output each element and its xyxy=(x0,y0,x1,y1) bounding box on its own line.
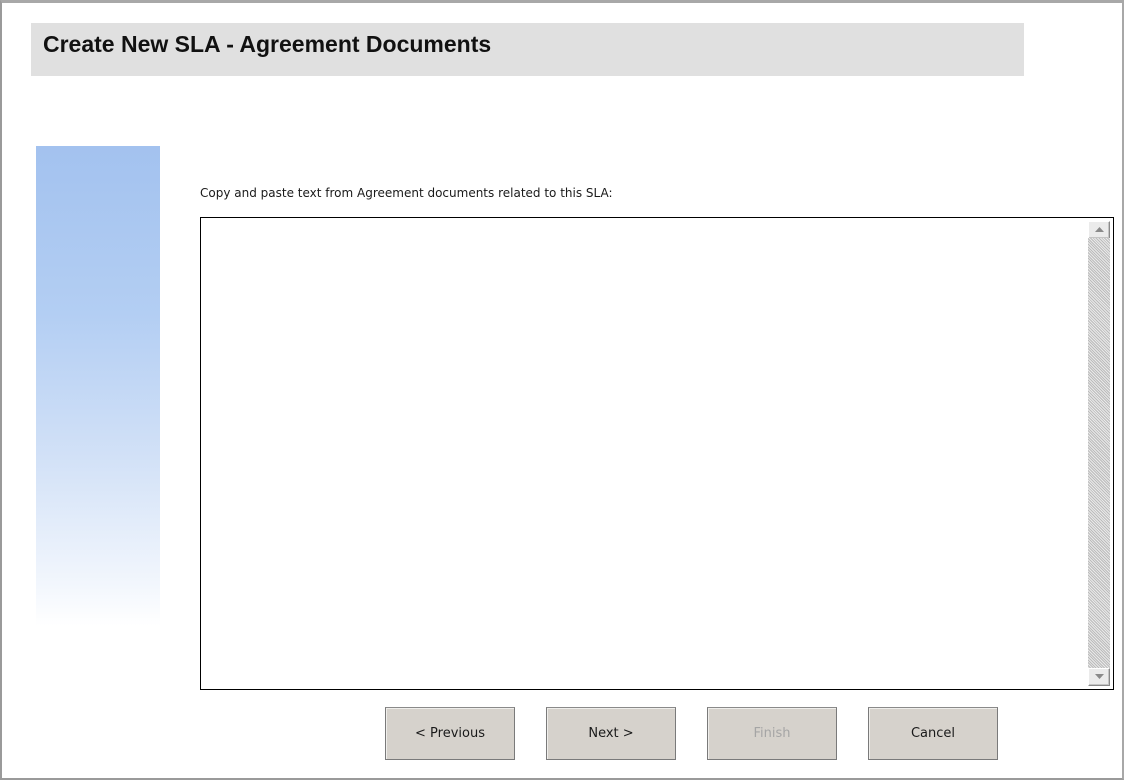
triangle-down-icon xyxy=(1095,674,1104,679)
agreement-text-area[interactable] xyxy=(200,217,1114,690)
title-bar: Create New SLA - Agreement Documents xyxy=(31,23,1024,76)
instruction-label: Copy and paste text from Agreement docum… xyxy=(200,186,613,200)
cancel-button[interactable]: Cancel xyxy=(868,707,998,760)
previous-button[interactable]: < Previous xyxy=(385,707,515,760)
side-decoration-panel xyxy=(36,146,160,626)
finish-button[interactable]: Finish xyxy=(707,707,837,760)
page-title: Create New SLA - Agreement Documents xyxy=(43,31,492,57)
scroll-down-button[interactable] xyxy=(1088,668,1110,686)
vertical-scrollbar[interactable] xyxy=(1085,218,1113,689)
agreement-text-input[interactable] xyxy=(201,218,1085,689)
triangle-up-icon xyxy=(1095,227,1104,232)
scroll-track[interactable] xyxy=(1088,238,1110,669)
next-button[interactable]: Next > xyxy=(546,707,676,760)
scroll-up-button[interactable] xyxy=(1088,221,1110,239)
